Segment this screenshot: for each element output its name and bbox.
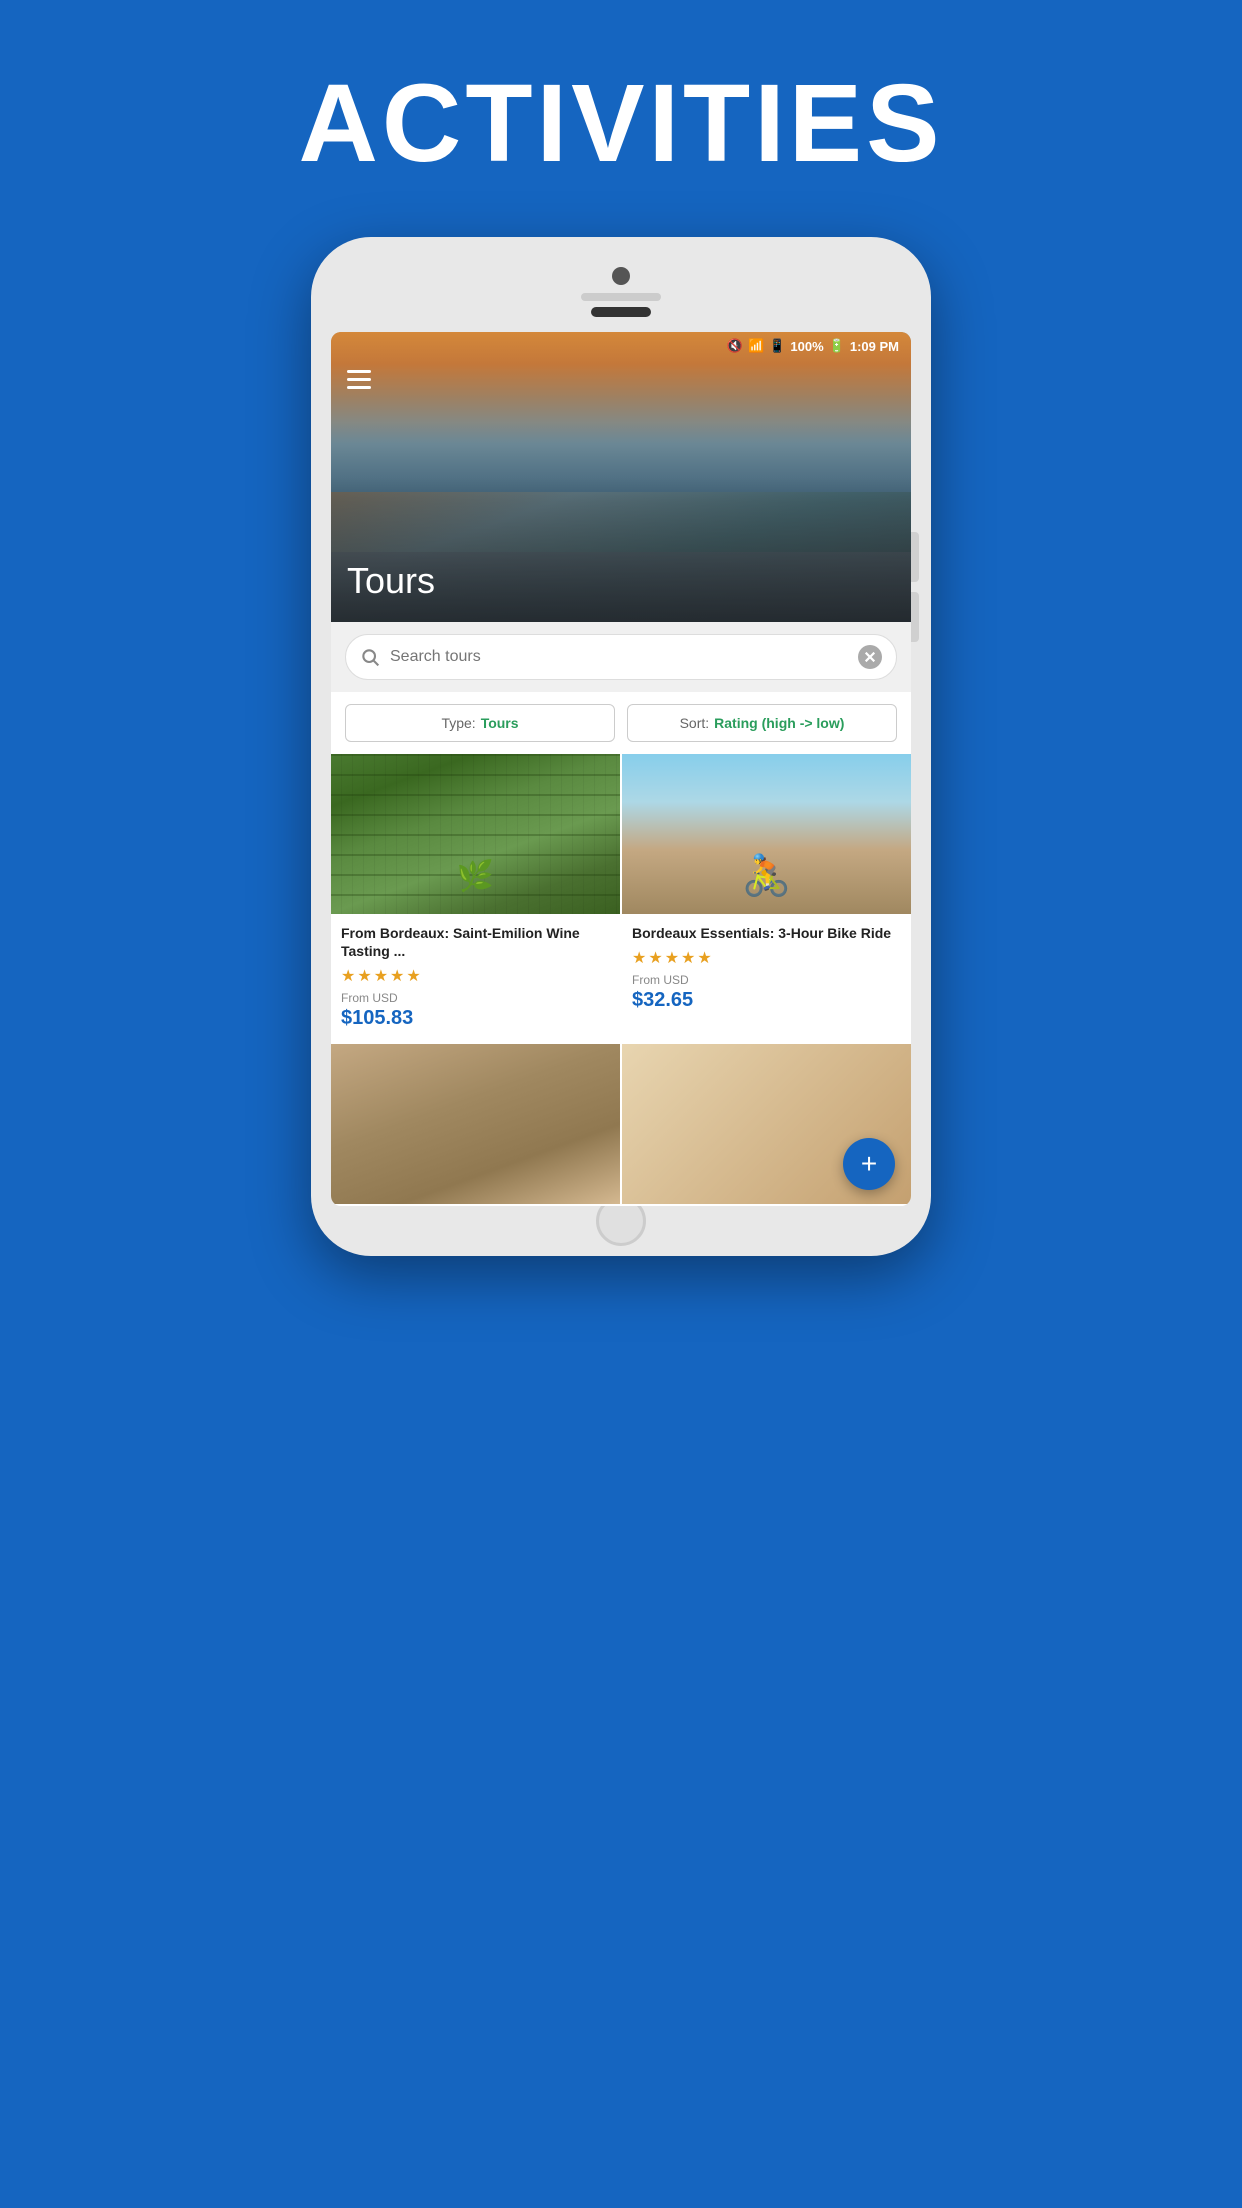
hero-section: 🔇 📶 📱 100% 🔋 1:09 PM Tours xyxy=(331,332,911,622)
search-input[interactable] xyxy=(390,648,848,666)
sort-filter-button[interactable]: Sort: Rating (high -> low) xyxy=(627,704,897,742)
tour-card-price-from-2: From USD xyxy=(632,973,901,987)
phone-speaker xyxy=(581,293,661,301)
hamburger-menu-button[interactable] xyxy=(347,370,371,389)
tour-card-stars-1: ★ ★ ★ ★ ★ xyxy=(341,966,610,986)
clear-search-button[interactable] xyxy=(858,645,882,669)
mute-icon: 🔇 xyxy=(727,338,743,354)
tour-card-2[interactable]: Bordeaux Essentials: 3-Hour Bike Ride ★ … xyxy=(622,754,911,1042)
volume-down-button[interactable] xyxy=(911,592,919,642)
tour-card-image-3 xyxy=(331,1044,620,1204)
phone-screen-wrapper: 🔇 📶 📱 100% 🔋 1:09 PM Tours xyxy=(331,332,911,1206)
phone-bottom xyxy=(331,1206,911,1236)
battery-level: 100% xyxy=(790,339,823,354)
signal-icon: 📱 xyxy=(769,338,785,354)
status-bar: 🔇 📶 📱 100% 🔋 1:09 PM xyxy=(331,332,911,360)
hero-title: Tours xyxy=(347,560,435,602)
page-title: ACTIVITIES xyxy=(298,60,943,187)
phone-frame: 🔇 📶 📱 100% 🔋 1:09 PM Tours xyxy=(311,237,931,1256)
tour-card-3[interactable] xyxy=(331,1044,620,1204)
tour-card-price-from-1: From USD xyxy=(341,991,610,1005)
type-filter-button[interactable]: Type: Tours xyxy=(345,704,615,742)
clock: 1:09 PM xyxy=(850,339,899,354)
type-filter-label: Type: xyxy=(441,715,475,731)
search-bar xyxy=(345,634,897,680)
battery-icon: 🔋 xyxy=(829,338,845,354)
phone-camera xyxy=(612,267,630,285)
tour-card-image-2 xyxy=(622,754,911,914)
phone-screen: 🔇 📶 📱 100% 🔋 1:09 PM Tours xyxy=(331,332,911,1206)
fab-plus-icon: + xyxy=(861,1150,877,1178)
fab-add-button[interactable]: + xyxy=(843,1138,895,1190)
filter-section: Type: Tours Sort: Rating (high -> low) xyxy=(331,692,911,754)
tour-card-content-2: Bordeaux Essentials: 3-Hour Bike Ride ★ … xyxy=(622,914,911,1024)
type-filter-value: Tours xyxy=(481,715,519,731)
wifi-icon: 📶 xyxy=(748,338,764,354)
search-icon xyxy=(360,647,380,667)
sort-filter-label: Sort: xyxy=(680,715,710,731)
tours-grid: From Bordeaux: Saint-Emilion Wine Tastin… xyxy=(331,754,911,1206)
tour-card-content-1: From Bordeaux: Saint-Emilion Wine Tastin… xyxy=(331,914,620,1042)
tour-card-image-1 xyxy=(331,754,620,914)
tour-card-stars-2: ★ ★ ★ ★ ★ xyxy=(632,948,901,968)
search-section xyxy=(331,622,911,692)
tour-card-price-2: $32.65 xyxy=(632,989,901,1012)
tour-card-price-1: $105.83 xyxy=(341,1007,610,1030)
tour-card-1[interactable]: From Bordeaux: Saint-Emilion Wine Tastin… xyxy=(331,754,620,1042)
phone-earpiece xyxy=(591,307,651,317)
sort-filter-value: Rating (high -> low) xyxy=(714,715,844,731)
tour-card-title-1: From Bordeaux: Saint-Emilion Wine Tastin… xyxy=(341,924,610,960)
volume-up-button[interactable] xyxy=(911,532,919,582)
tour-card-title-2: Bordeaux Essentials: 3-Hour Bike Ride xyxy=(632,924,901,942)
